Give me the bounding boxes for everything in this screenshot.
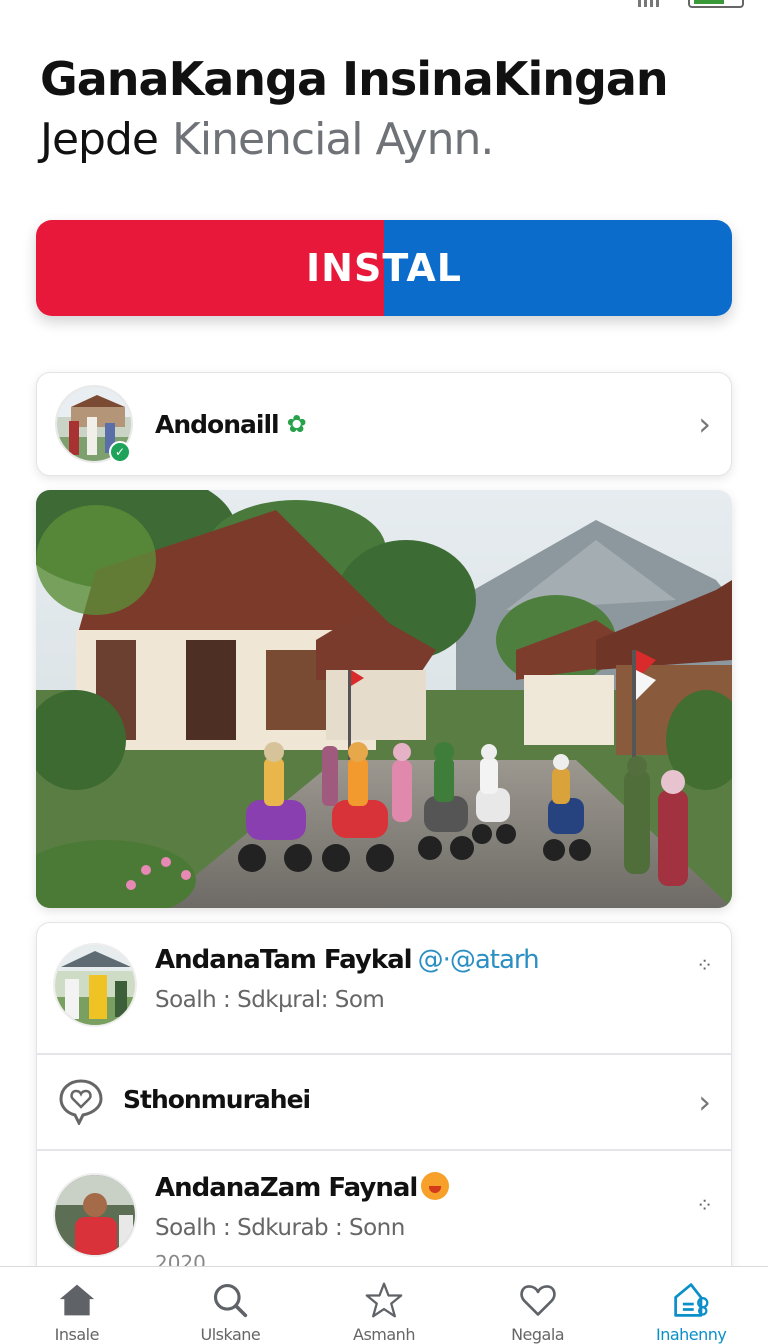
search-icon <box>214 1283 248 1318</box>
avatar <box>53 943 137 1027</box>
post-handle[interactable]: @·@atarh <box>418 945 540 975</box>
nav-item-search[interactable]: Ulskane <box>154 1267 308 1344</box>
title-line1: GanaKanga InsinaKingan <box>40 52 669 106</box>
nav-item-home[interactable]: Insale <box>0 1267 154 1344</box>
avatar <box>53 1173 137 1257</box>
nav-label: Insale <box>54 1325 100 1344</box>
install-button[interactable]: INSTAL <box>36 220 732 316</box>
page-title: GanaKanga InsinaKingan Jepde Kinencial Ay… <box>40 50 740 182</box>
nav-label: Ulskane <box>200 1325 261 1344</box>
nav-item-favorites[interactable]: Asmanh <box>307 1267 461 1344</box>
village-photo <box>36 490 732 908</box>
signal-icon <box>638 0 678 7</box>
home-icon <box>59 1284 94 1316</box>
post-author-name: AndanaTam Faykal <box>155 945 413 975</box>
nav-label: Inahenny <box>655 1325 727 1344</box>
profile-card[interactable]: ✓ Andonaill ✿ › <box>36 372 732 476</box>
title-line2: Jepde Kinencial Aynn. <box>40 108 740 182</box>
title-line2-light: Kinencial Aynn. <box>171 114 494 165</box>
chevron-right-icon: › <box>698 405 711 443</box>
house-user-icon <box>674 1283 709 1317</box>
post-author: AndanaZam Faynal <box>155 1171 450 1203</box>
install-label: INSTAL <box>306 246 462 290</box>
verified-badge-icon: ✓ <box>109 441 131 463</box>
more-options-icon[interactable]: ⁘ <box>696 953 713 978</box>
more-options-icon[interactable]: ⁘ <box>696 1193 713 1218</box>
messages-row[interactable]: Sthonmurahei › <box>37 1055 731 1151</box>
battery-icon <box>688 0 744 8</box>
post-author-name: AndanaZam Faynal <box>155 1173 418 1203</box>
nav-label: Negala <box>511 1325 565 1344</box>
title-line2-bold: Jepde <box>40 114 159 165</box>
chevron-right-icon: › <box>698 1083 711 1121</box>
status-bar <box>638 0 744 12</box>
bottom-nav: Insale Ulskane Asmanh Negala Inahenny <box>0 1266 768 1344</box>
feed-list: AndanaTam Faykal @·@atarh Soalh : Sdkµral… <box>36 922 732 1302</box>
flower-icon: ✿ <box>286 410 307 438</box>
heart-icon <box>519 1285 556 1316</box>
star-icon <box>365 1282 403 1318</box>
post-meta: Soalh : Sdkµral: Som <box>155 987 385 1013</box>
post-author: AndanaTam Faykal @·@atarh <box>155 945 540 975</box>
nav-label: Asmanh <box>353 1325 415 1344</box>
list-item[interactable]: AndanaTam Faykal @·@atarh Soalh : Sdkµral… <box>37 923 731 1055</box>
nav-item-profile[interactable]: Inahenny <box>614 1267 768 1344</box>
nav-item-likes[interactable]: Negala <box>461 1267 615 1344</box>
messages-label: Sthonmurahei <box>123 1085 311 1114</box>
post-meta: Soalh : Sdkurab : Sonn <box>155 1215 405 1241</box>
profile-name: Andonaill <box>155 409 280 439</box>
emoji-icon <box>421 1171 450 1200</box>
message-heart-icon <box>59 1079 103 1125</box>
